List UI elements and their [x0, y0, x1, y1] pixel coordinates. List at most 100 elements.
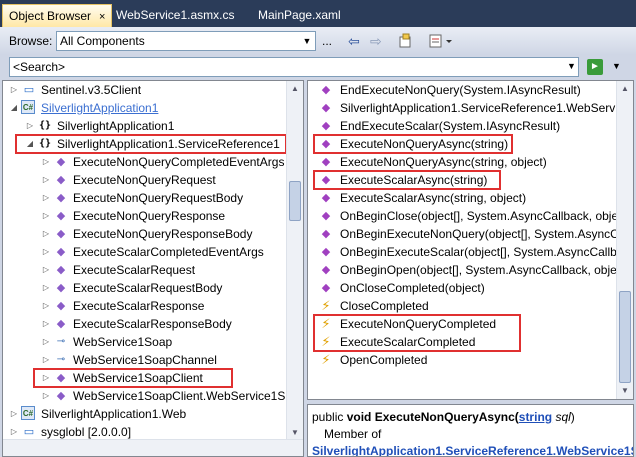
member-item[interactable]: ◆ EndExecuteNonQuery(System.IAsyncResult) [308, 81, 618, 99]
tree-item[interactable]: ▷ ◆ ExecuteScalarCompletedEventArgs [3, 243, 288, 261]
chevron-down-icon[interactable]: ▼ [612, 61, 621, 71]
tab-object-browser[interactable]: Object Browser × [2, 4, 113, 27]
member-item[interactable]: ◆ ExecuteNonQueryAsync(string, object) [308, 153, 618, 171]
collapsed-icon[interactable]: ▷ [41, 261, 51, 279]
tree-item[interactable]: ◢ C# SilverlightApplication1 [3, 99, 288, 117]
collapsed-icon[interactable]: ▷ [41, 243, 51, 261]
member-item[interactable]: ◆ EndExecuteScalar(System.IAsyncResult) [308, 117, 618, 135]
collapsed-icon[interactable]: ▷ [41, 333, 51, 351]
tree-item[interactable]: ▷ ▭ Sentinel.v3.5Client [3, 81, 288, 99]
search-input[interactable]: <Search> [9, 57, 579, 77]
method-icon: ◆ [321, 102, 331, 114]
tree-horizontal-scrollbar[interactable] [3, 439, 303, 456]
scroll-thumb[interactable] [289, 181, 301, 221]
tree-vertical-scrollbar[interactable]: ▲ ▼ [286, 81, 303, 441]
modifier-keyword: public [312, 410, 344, 424]
expanded-icon[interactable]: ◢ [9, 99, 19, 117]
class-icon: ◆ [56, 246, 66, 258]
members-vertical-scrollbar[interactable]: ▲ ▼ [616, 81, 633, 399]
browse-label: Browse: [9, 34, 53, 48]
method-icon: ◆ [321, 120, 331, 132]
tree-item[interactable]: ▷ ◆ WebService1SoapClient.WebService1S [3, 387, 288, 405]
member-label: OpenCompleted [340, 353, 428, 367]
member-label: CloseCompleted [340, 299, 429, 313]
tab-label: MainPage.xaml [258, 8, 341, 22]
class-icon: ◆ [56, 282, 66, 294]
members-list-pane[interactable]: ◆ EndExecuteNonQuery(System.IAsyncResult)… [307, 80, 634, 400]
tab-webservice1-asmx-cs[interactable]: WebService1.asmx.cs [110, 4, 240, 27]
member-item[interactable]: ◆ OnBeginClose(object[], System.AsyncCall… [308, 207, 624, 225]
collapsed-icon[interactable]: ▷ [41, 225, 51, 243]
customize-scope-button[interactable]: ... [322, 33, 332, 49]
member-item[interactable]: ◆ OnBeginOpen(object[], System.AsyncCallb… [308, 261, 623, 279]
highlight-box [15, 134, 287, 154]
member-label: ExecuteNonQueryAsync(string, object) [340, 155, 547, 169]
tree-item[interactable]: ▷ ◆ ExecuteScalarRequest [3, 261, 288, 279]
scroll-thumb[interactable] [619, 291, 631, 383]
collapsed-icon[interactable]: ▷ [41, 387, 51, 405]
member-label: ExecuteScalarAsync(string, object) [340, 191, 527, 205]
method-icon: ◆ [321, 282, 331, 294]
collapsed-icon[interactable]: ▷ [41, 351, 51, 369]
method-icon: ◆ [321, 246, 331, 258]
tab-mainpage-xaml[interactable]: MainPage.xaml [252, 4, 347, 27]
settings-menu-icon[interactable] [428, 33, 454, 49]
tree-item-label: WebService1SoapClient.WebService1S [73, 389, 286, 403]
tree-item[interactable]: ▷ ⊸ WebService1Soap [3, 333, 288, 351]
back-arrow-icon[interactable]: ⇦ [348, 33, 360, 49]
class-icon: ◆ [56, 264, 66, 276]
member-item[interactable]: ⚡ CloseCompleted [308, 297, 618, 315]
browse-scope-dropdown[interactable]: All Components ▼ [56, 31, 316, 51]
collapsed-icon[interactable]: ▷ [41, 171, 51, 189]
tree-item-label: ExecuteNonQueryResponseBody [73, 227, 253, 241]
objects-tree-pane[interactable]: ▷ ▭ Sentinel.v3.5Client ◢ C# SilverlightAppli… [2, 80, 304, 457]
search-row: <Search> ▼ ► ▼ [0, 55, 636, 79]
tree-item[interactable]: ▷ ◆ ExecuteNonQueryResponse [3, 207, 288, 225]
close-icon[interactable]: × [99, 11, 105, 23]
param-type-link[interactable]: string [519, 410, 552, 424]
tree-item[interactable]: ▷ ◆ ExecuteNonQueryRequestBody [3, 189, 288, 207]
collapsed-icon[interactable]: ▷ [41, 189, 51, 207]
object-browser-panel: Browse: All Components ▼ ... ⇦ ⇨ <Search… [0, 27, 636, 457]
collapsed-icon[interactable]: ▷ [9, 81, 19, 99]
collapsed-icon[interactable]: ▷ [41, 207, 51, 225]
member-item[interactable]: ◆ OnBeginExecuteNonQuery(object[], System… [308, 225, 626, 243]
member-item[interactable]: ◆ SilverlightApplication1.ServiceReferenc… [308, 99, 624, 117]
member-item[interactable]: ◆ OnCloseCompleted(object) [308, 279, 618, 297]
scroll-down-icon[interactable]: ▼ [617, 383, 633, 399]
tree-item-label: Sentinel.v3.5Client [41, 83, 142, 97]
project-icon: C# [21, 406, 35, 420]
member-item[interactable]: ◆ ExecuteScalarAsync(string, object) [308, 189, 618, 207]
chevron-down-icon[interactable]: ▼ [567, 61, 576, 71]
tree-item[interactable]: ▷ ◆ ExecuteNonQueryRequest [3, 171, 288, 189]
tree-item[interactable]: ▷{} SilverlightApplication1 [3, 117, 288, 135]
member-label: OnBeginOpen(object[], System.AsyncCallba… [340, 263, 623, 277]
collapsed-icon[interactable]: ▷ [9, 405, 19, 423]
forward-arrow-icon[interactable]: ⇨ [370, 33, 382, 49]
tree-item-label: WebService1Soap [73, 335, 173, 349]
collapsed-icon[interactable]: ▷ [41, 297, 51, 315]
tree-item-label: ExecuteNonQueryResponse [73, 209, 226, 223]
member-item[interactable]: ◆ OnBeginExecuteScalar(object[], System.A… [308, 243, 630, 261]
member-item[interactable]: ⚡ OpenCompleted [308, 351, 618, 369]
tree-item[interactable]: ▷ ◆ ExecuteScalarResponseBody [3, 315, 288, 333]
scroll-up-icon[interactable]: ▲ [617, 81, 633, 97]
tree-item[interactable]: ▷ ⊸ WebService1SoapChannel [3, 351, 288, 369]
tree-item[interactable]: ▷ ◆ ExecuteScalarResponse [3, 297, 288, 315]
chevron-down-icon[interactable]: ▼ [299, 32, 315, 50]
tree-item[interactable]: ▷ ◆ ExecuteNonQueryResponseBody [3, 225, 288, 243]
parent-class-link[interactable]: SilverlightApplication1.ServiceReference… [312, 443, 633, 456]
search-go-icon[interactable]: ► [587, 59, 603, 75]
member-label: OnBeginExecuteScalar(object[], System.As… [340, 245, 630, 259]
method-icon: ◆ [321, 228, 331, 240]
collapsed-icon[interactable]: ▷ [41, 279, 51, 297]
tree-item[interactable]: ▷ C# SilverlightApplication1.Web [3, 405, 288, 423]
tree-item[interactable]: ▷ ◆ ExecuteNonQueryCompletedEventArgs [3, 153, 288, 171]
add-reference-icon[interactable] [398, 33, 414, 49]
tree-item-label: ExecuteScalarResponseBody [73, 317, 232, 331]
scroll-up-icon[interactable]: ▲ [287, 81, 303, 97]
collapsed-icon[interactable]: ▷ [41, 153, 51, 171]
tree-item[interactable]: ▷ ◆ ExecuteScalarRequestBody [3, 279, 288, 297]
collapsed-icon[interactable]: ▷ [25, 117, 35, 135]
collapsed-icon[interactable]: ▷ [41, 315, 51, 333]
